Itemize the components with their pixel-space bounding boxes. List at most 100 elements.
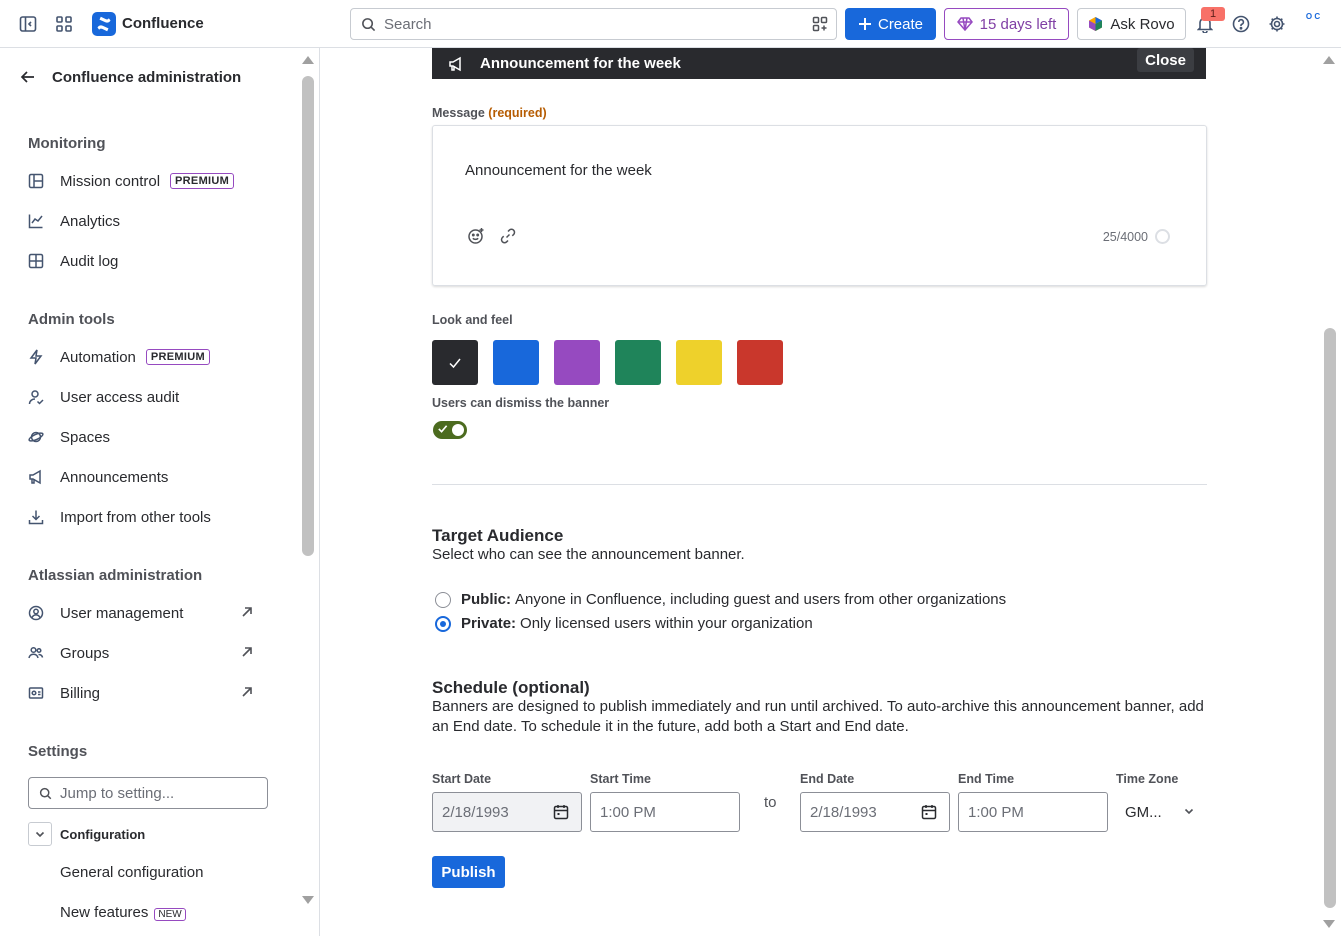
toggle-knob: [452, 424, 464, 436]
rovo-icon: [1089, 17, 1103, 31]
calendar-icon[interactable]: [921, 804, 937, 820]
main-scroll-thumb[interactable]: [1324, 328, 1336, 908]
sidebar-item-automation[interactable]: Automation PREMIUM: [28, 342, 210, 372]
audience-option-title: Public:: [461, 591, 512, 608]
search-filter-icon[interactable]: [812, 16, 828, 32]
trial-button[interactable]: 15 days left: [944, 8, 1069, 40]
person-check-icon: [28, 389, 52, 405]
color-swatch-dark[interactable]: [432, 340, 478, 385]
plus-icon: [858, 18, 871, 30]
message-editor[interactable]: Announcement for the week 25/4000: [432, 125, 1207, 286]
chevron-down-icon[interactable]: [28, 822, 52, 846]
settings-gear-icon[interactable]: [1265, 12, 1289, 36]
sidebar-item-spaces[interactable]: Spaces: [28, 422, 110, 452]
end-date-field[interactable]: 2/18/1993: [800, 792, 950, 832]
search-input[interactable]: Search: [350, 8, 837, 40]
audience-option-text: Anyone in Confluence, including guest an…: [515, 591, 1007, 608]
back-arrow-icon[interactable]: [20, 69, 36, 85]
sidebar-item-label: Automation: [60, 348, 136, 366]
audience-option-private[interactable]: Private: Only licensed users within your…: [435, 615, 813, 632]
sidebar-item-import[interactable]: Import from other tools: [28, 502, 211, 532]
sidebar-scroll-thumb[interactable]: [302, 76, 314, 556]
sidebar-item-user-management[interactable]: User management: [28, 598, 183, 628]
scroll-down-arrow[interactable]: [302, 896, 314, 904]
end-date-value: 2/18/1993: [810, 803, 877, 821]
message-text[interactable]: Announcement for the week: [465, 162, 652, 179]
chart-icon: [28, 213, 52, 229]
start-time-field[interactable]: 1:00 PM: [590, 792, 740, 832]
section-heading-atlassian-admin: Atlassian administration: [28, 567, 203, 584]
character-count: 25/4000: [1102, 230, 1148, 244]
app-switcher-icon[interactable]: [52, 12, 76, 36]
scroll-up-arrow[interactable]: [1323, 56, 1335, 64]
sidebar-item-label: Mission control: [60, 172, 161, 190]
sidebar-item-label: Import from other tools: [60, 508, 211, 526]
calendar-icon[interactable]: [553, 804, 569, 820]
jump-to-setting-input[interactable]: Jump to setting...: [28, 777, 268, 809]
sidebar-item-general-configuration[interactable]: General configuration: [60, 864, 203, 881]
audience-option-title: Private:: [461, 615, 517, 632]
end-time-field[interactable]: 1:00 PM: [958, 792, 1108, 832]
create-label: Create: [877, 15, 924, 33]
ask-rovo-button[interactable]: Ask Rovo: [1077, 8, 1186, 40]
target-audience-heading: Target Audience: [432, 526, 564, 545]
sidebar-item-audit-log[interactable]: Audit log: [28, 246, 118, 276]
external-link-icon: [240, 605, 254, 619]
megaphone-icon: [28, 469, 52, 485]
avatar[interactable]: O C: [1300, 12, 1326, 36]
sidebar-item-label: User access audit: [60, 388, 180, 406]
top-navigation: Confluence Search Create 15 days left As…: [0, 0, 1341, 48]
sidebar-item-user-access-audit[interactable]: User access audit: [28, 382, 179, 412]
color-swatch-purple[interactable]: [554, 340, 600, 385]
sidebar-item-billing[interactable]: Billing: [28, 678, 100, 708]
sidebar-item-label: Analytics: [60, 212, 121, 230]
section-heading-settings: Settings: [28, 743, 88, 760]
end-time-label: End Time: [958, 772, 1015, 786]
emoji-icon[interactable]: [467, 227, 485, 245]
sidebar-item-announcements[interactable]: Announcements: [28, 462, 168, 492]
sidebar-item-mission-control[interactable]: Mission control PREMIUM: [28, 166, 235, 196]
color-swatch-blue[interactable]: [493, 340, 539, 385]
link-icon[interactable]: [499, 227, 517, 245]
to-label: to: [764, 794, 777, 811]
sidebar-toggle-icon[interactable]: [16, 12, 40, 36]
app-name[interactable]: Confluence: [122, 15, 204, 32]
banner-close-button[interactable]: Close: [1137, 48, 1194, 72]
download-icon: [28, 509, 52, 525]
configuration-label[interactable]: Configuration: [60, 827, 145, 842]
publish-button[interactable]: Publish: [432, 856, 505, 888]
dismiss-banner-toggle[interactable]: [433, 421, 467, 439]
premium-badge: PREMIUM: [145, 349, 210, 365]
sidebar-item-groups[interactable]: Groups: [28, 638, 109, 668]
announcement-banner-preview: Announcement for the week Close: [432, 48, 1206, 79]
trial-label: 15 days left: [979, 15, 1057, 33]
start-date-label: Start Date: [432, 772, 492, 786]
start-date-field[interactable]: 2/18/1993: [432, 792, 582, 832]
sidebar-item-label: Audit log: [60, 252, 119, 270]
color-swatch-yellow[interactable]: [676, 340, 722, 385]
scroll-down-arrow[interactable]: [1323, 920, 1335, 928]
color-swatch-red[interactable]: [737, 340, 783, 385]
confluence-logo-icon[interactable]: [92, 12, 116, 36]
audience-option-public[interactable]: Public: Anyone in Confluence, including …: [435, 591, 1006, 608]
schedule-heading: Schedule (optional): [432, 678, 590, 697]
timezone-select[interactable]: GM...: [1125, 792, 1203, 832]
help-icon[interactable]: [1229, 12, 1253, 36]
planet-icon: [28, 429, 52, 445]
diamond-icon: [956, 17, 973, 31]
section-heading-monitoring: Monitoring: [28, 135, 106, 152]
color-swatch-green[interactable]: [615, 340, 661, 385]
radio-public[interactable]: [435, 591, 451, 608]
billing-icon: [28, 685, 52, 701]
ask-rovo-label: Ask Rovo: [1110, 15, 1175, 33]
check-icon: [437, 423, 448, 434]
target-audience-description: Select who can see the announcement bann…: [432, 546, 745, 563]
table-icon: [28, 253, 52, 269]
lightning-icon: [28, 349, 52, 365]
sidebar-item-new-features[interactable]: New features NEW: [60, 904, 186, 921]
create-button[interactable]: Create: [845, 8, 936, 40]
radio-private[interactable]: [435, 615, 451, 632]
scroll-up-arrow[interactable]: [302, 56, 314, 64]
sidebar-item-label: Billing: [60, 684, 101, 702]
sidebar-item-analytics[interactable]: Analytics: [28, 206, 120, 236]
